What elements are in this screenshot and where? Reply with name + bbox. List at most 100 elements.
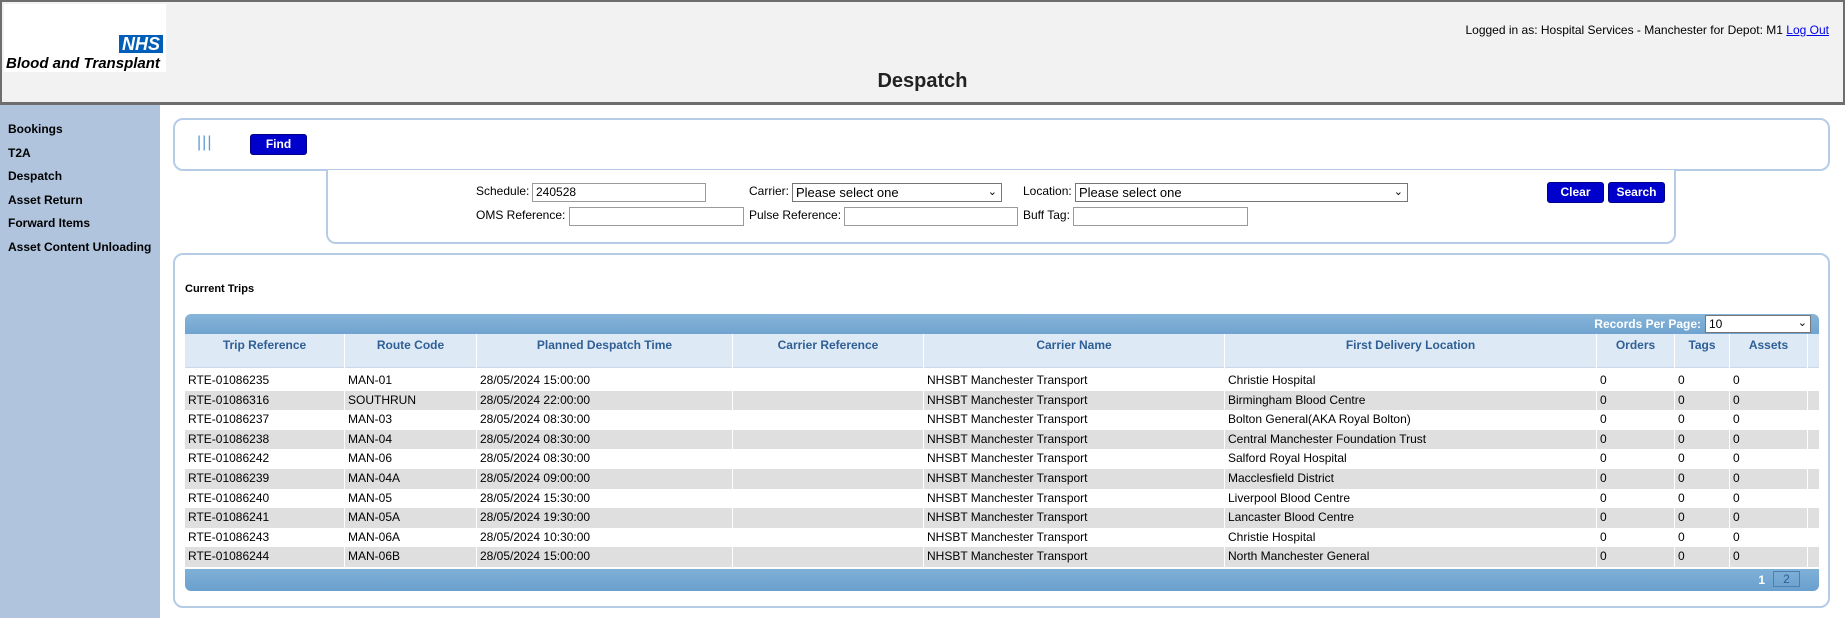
cell-carrier-name: NHSBT Manchester Transport [924, 371, 1225, 391]
cell-trip-reference: RTE-01086242 [185, 449, 345, 469]
table-row[interactable]: RTE-01086316 SOUTHRUN 28/05/2024 22:00:00 N… [185, 390, 1819, 411]
cell-assets: 0 [1730, 468, 1808, 489]
logout-link[interactable]: Log Out [1786, 23, 1829, 37]
cell-carrier-name: NHSBT Manchester Transport [924, 488, 1225, 509]
table-row[interactable]: RTE-01086240 MAN-05 28/05/2024 15:30:00 NHS… [185, 488, 1819, 509]
cell-route-code: MAN-06 [345, 449, 477, 469]
cell-first-delivery-location: Central Manchester Foundation Trust [1225, 429, 1597, 450]
cell-first-delivery-location: Christie Hospital [1225, 371, 1597, 391]
page-1-link[interactable]: 1 [1758, 573, 1765, 587]
results-panel: Current Trips Records Per Page: 10 ⌄ Tri… [173, 253, 1830, 608]
cell-carrier-name: NHSBT Manchester Transport [924, 508, 1225, 528]
cell-carrier-reference [733, 547, 924, 567]
sidebar-item-asset-return[interactable]: Asset Return [0, 190, 160, 214]
sidebar-item-asset-content-unloading[interactable]: Asset Content Unloading [0, 237, 160, 261]
nhsbt-logo: NHS Blood and Transplant [4, 4, 166, 72]
sidebar-item-bookings[interactable]: Bookings [0, 119, 160, 143]
cell-route-code: MAN-05A [345, 508, 477, 528]
column-header-carrier-reference[interactable]: Carrier Reference [733, 334, 924, 368]
cell-carrier-reference [733, 527, 924, 548]
page-title: Despatch [877, 70, 968, 92]
table-row[interactable]: RTE-01086237 MAN-03 28/05/2024 08:30:00 NHS… [185, 410, 1819, 430]
cell-trip-reference: RTE-01086316 [185, 390, 345, 411]
cell-route-code: MAN-06B [345, 547, 477, 567]
cell-tags: 0 [1675, 468, 1730, 489]
cell-carrier-name: NHSBT Manchester Transport [924, 449, 1225, 469]
pulse-reference-input[interactable] [844, 207, 1018, 226]
column-header-assets[interactable]: Assets [1730, 334, 1808, 368]
search-button[interactable]: Search [1608, 182, 1665, 203]
location-label: Location: [1023, 184, 1072, 198]
menu-bars-icon[interactable]: ||| [197, 134, 212, 152]
cell-carrier-reference [733, 508, 924, 528]
cell-carrier-reference [733, 390, 924, 411]
login-info: Logged in as: Hospital Services - Manche… [1465, 23, 1829, 37]
cell-first-delivery-location: North Manchester General [1225, 547, 1597, 567]
cell-trip-reference: RTE-01086238 [185, 429, 345, 450]
cell-orders: 0 [1597, 429, 1675, 450]
column-header-trip-reference[interactable]: Trip Reference [185, 334, 345, 368]
table-row[interactable]: RTE-01086242 MAN-06 28/05/2024 08:30:00 NHS… [185, 449, 1819, 469]
table-header: Trip Reference Route Code Planned Despatch… [185, 334, 1819, 368]
cell-first-delivery-location: Christie Hospital [1225, 527, 1597, 548]
cell-trip-reference: RTE-01086241 [185, 508, 345, 528]
cell-assets: 0 [1730, 527, 1808, 548]
cell-planned-despatch-time: 28/05/2024 15:30:00 [477, 488, 733, 509]
nhs-logo-mark: NHS [118, 35, 163, 53]
table-row[interactable]: RTE-01086241 MAN-05A 28/05/2024 19:30:00 NH… [185, 508, 1819, 528]
column-header-carrier-name[interactable]: Carrier Name [924, 334, 1225, 368]
find-panel: ||| Find [173, 118, 1830, 171]
sidebar-item-despatch[interactable]: Despatch [0, 166, 160, 190]
cell-assets: 0 [1730, 547, 1808, 567]
cell-planned-despatch-time: 28/05/2024 15:00:00 [477, 547, 733, 567]
cell-tags: 0 [1675, 449, 1730, 469]
cell-trip-reference: RTE-01086237 [185, 410, 345, 430]
cell-carrier-reference [733, 449, 924, 469]
cell-orders: 0 [1597, 410, 1675, 430]
buff-tag-input[interactable] [1073, 207, 1248, 226]
table-row[interactable]: RTE-01086243 MAN-06A 28/05/2024 10:30:00 NH… [185, 527, 1819, 548]
cell-carrier-name: NHSBT Manchester Transport [924, 468, 1225, 489]
cell-planned-despatch-time: 28/05/2024 08:30:00 [477, 410, 733, 430]
sidebar-item-forward-items[interactable]: Forward Items [0, 213, 160, 237]
location-select[interactable]: Please select one ⌄ [1075, 183, 1408, 202]
column-header-orders[interactable]: Orders [1597, 334, 1675, 368]
cell-tags: 0 [1675, 410, 1730, 430]
cell-assets: 0 [1730, 410, 1808, 430]
column-header-tags[interactable]: Tags [1675, 334, 1730, 368]
table-body: RTE-01086235 MAN-01 28/05/2024 15:00:00 NHS… [185, 371, 1819, 567]
find-button[interactable]: Find [250, 134, 307, 155]
cell-carrier-name: NHSBT Manchester Transport [924, 410, 1225, 430]
cell-route-code: MAN-04 [345, 429, 477, 450]
cell-tags: 0 [1675, 527, 1730, 548]
column-header-route-code[interactable]: Route Code [345, 334, 477, 368]
oms-reference-input[interactable] [569, 207, 744, 226]
carrier-select[interactable]: Please select one ⌄ [792, 183, 1002, 202]
cell-first-delivery-location: Birmingham Blood Centre [1225, 390, 1597, 411]
table-row[interactable]: RTE-01086244 MAN-06B 28/05/2024 15:00:00 NH… [185, 547, 1819, 567]
cell-first-delivery-location: Macclesfield District [1225, 468, 1597, 489]
records-per-page-select[interactable]: 10 ⌄ [1705, 315, 1811, 333]
cell-route-code: MAN-01 [345, 371, 477, 391]
sidebar-item-t2a[interactable]: T2A [0, 143, 160, 167]
table-row[interactable]: RTE-01086239 MAN-04A 28/05/2024 09:00:00 NH… [185, 468, 1819, 489]
cell-trip-reference: RTE-01086244 [185, 547, 345, 567]
cell-trip-reference: RTE-01086243 [185, 527, 345, 548]
schedule-label: Schedule: [476, 184, 530, 198]
cell-tags: 0 [1675, 390, 1730, 411]
cell-planned-despatch-time: 28/05/2024 10:30:00 [477, 527, 733, 548]
cell-route-code: MAN-03 [345, 410, 477, 430]
column-header-planned-despatch-time[interactable]: Planned Despatch Time [477, 334, 733, 368]
schedule-input[interactable]: 240528 [532, 183, 706, 202]
sidebar: Bookings T2A Despatch Asset Return Forwa… [0, 105, 160, 618]
cell-trip-reference: RTE-01086239 [185, 468, 345, 489]
chevron-down-icon: ⌄ [987, 186, 997, 198]
table-row[interactable]: RTE-01086238 MAN-04 28/05/2024 08:30:00 NHS… [185, 429, 1819, 450]
oms-reference-label: OMS Reference: [476, 208, 566, 222]
page-2-link[interactable]: 2 [1773, 571, 1800, 587]
cell-carrier-name: NHSBT Manchester Transport [924, 390, 1225, 411]
cell-carrier-reference [733, 371, 924, 391]
column-header-first-delivery-location[interactable]: First Delivery Location [1225, 334, 1597, 368]
clear-button[interactable]: Clear [1547, 182, 1604, 203]
table-row[interactable]: RTE-01086235 MAN-01 28/05/2024 15:00:00 NHS… [185, 371, 1819, 391]
